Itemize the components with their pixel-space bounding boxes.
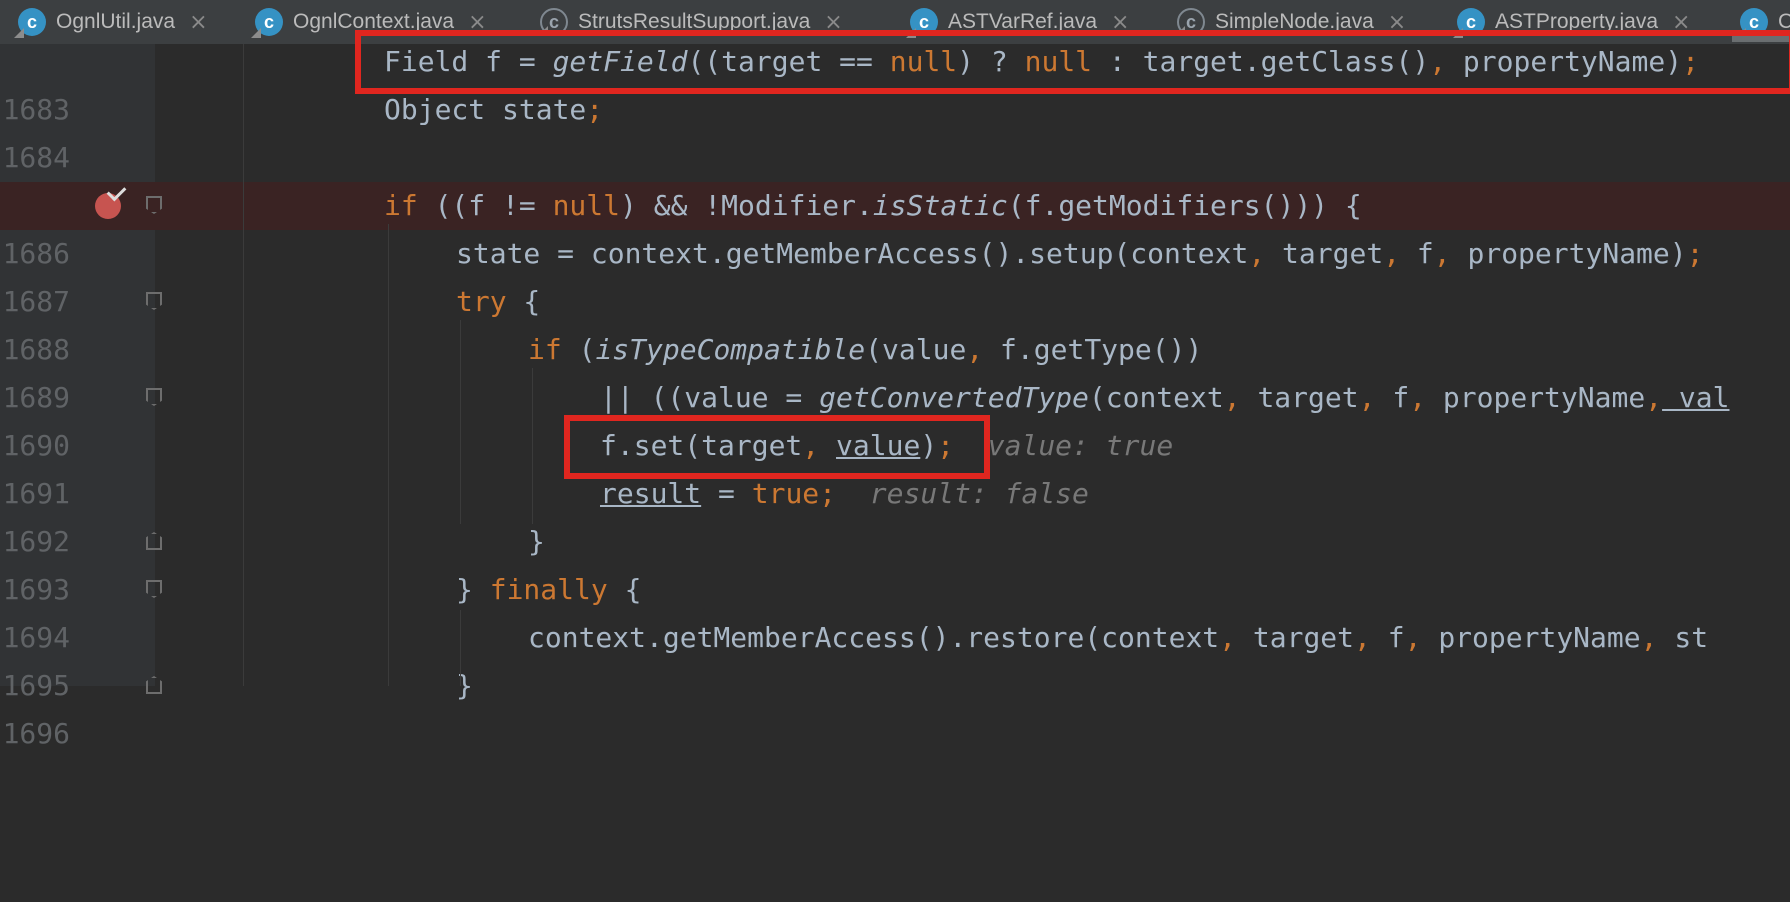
close-icon[interactable]: × — [189, 10, 207, 35]
code-text: || ((value = getConvertedType(context, t… — [600, 381, 1730, 414]
code-line-1689[interactable]: 1689 if (isTypeCompatible(value, f.getTy… — [0, 326, 1790, 414]
code-line-1696[interactable]: 1696 } — [0, 662, 1790, 750]
java-class-icon: c — [251, 8, 283, 38]
code-line-1690[interactable]: 1690 || ((value = getConvertedType(conte… — [0, 374, 1790, 462]
java-class-icon: c — [1736, 8, 1768, 38]
code-line-1692[interactable]: 1692 result = true; result: false — [0, 470, 1790, 558]
code-line-1688[interactable]: 1688 try { — [0, 278, 1790, 366]
debug-inline-value: result: false — [869, 477, 1089, 510]
code-text: f.set(target, value); value: true — [600, 429, 1174, 462]
code-line-1693[interactable]: 1693 } — [0, 518, 1790, 606]
code-text: Object state; — [384, 93, 604, 126]
java-class-icon: c — [14, 8, 46, 38]
tab-label: OgnlContext.java — [293, 10, 455, 33]
indent-guide — [388, 224, 389, 686]
fold-icon[interactable] — [146, 580, 162, 598]
fold-icon[interactable] — [146, 292, 162, 310]
line-number: 1696 — [2, 717, 70, 750]
close-icon[interactable]: × — [468, 10, 486, 35]
code-text: } — [456, 669, 473, 702]
code-text: if ((f != null) && !Modifier.isStatic(f.… — [384, 189, 1362, 222]
close-icon[interactable]: × — [824, 10, 842, 35]
code-text: context.getMemberAccess().restore(contex… — [528, 621, 1709, 654]
close-icon[interactable]: × — [1111, 10, 1129, 35]
code-text: if (isTypeCompatible(value, f.getType()) — [528, 333, 1203, 366]
code-line-1691[interactable]: 1691 f.set(target, value); value: true — [0, 422, 1790, 510]
code-text: state = context.getMemberAccess().setup(… — [456, 237, 1704, 270]
code-text: result = true; result: false — [600, 477, 1089, 510]
tab-label: ASTVarRef.java — [948, 10, 1097, 33]
fold-end-icon[interactable] — [146, 532, 162, 550]
tab-label: ASTProperty.java — [1495, 10, 1659, 33]
tab-label: SimpleNode.java — [1215, 10, 1374, 33]
code-line-1686[interactable]: 1686 if ((f != null) && !Modifier.isStat… — [0, 181, 1790, 270]
tab-label: OgnlUtil.java — [56, 10, 176, 33]
code-text: } — [528, 525, 545, 558]
code-text: Field f = getField((target == null) ? nu… — [384, 45, 1699, 78]
code-line-1694[interactable]: 1694 } finally { — [0, 566, 1790, 654]
close-icon[interactable]: × — [1672, 10, 1690, 35]
tab-label: StrutsResultSupport.java — [578, 10, 811, 33]
code-editor[interactable]: 1683 Field f = getField((target == null)… — [0, 30, 1790, 750]
code-text: try { — [456, 285, 541, 318]
code-line-1684[interactable]: 1684 Object state; — [0, 86, 1790, 174]
indent-guide — [460, 320, 461, 524]
code-line-1685[interactable]: 1685 — [0, 134, 1790, 222]
indent-guide — [243, 44, 244, 686]
java-abstract-class-icon: c — [1175, 8, 1205, 36]
debug-inline-value: value: true — [987, 429, 1174, 462]
code-text: } finally { — [456, 573, 642, 606]
indent-guide — [532, 368, 533, 524]
java-class-icon: c — [1453, 8, 1485, 38]
fold-icon[interactable] — [146, 196, 162, 214]
close-icon[interactable]: × — [1388, 10, 1406, 35]
fold-end-icon[interactable] — [146, 676, 162, 694]
java-abstract-class-icon: c — [538, 8, 568, 36]
code-line-1687[interactable]: 1687 state = context.getMemberAccess().s… — [0, 230, 1790, 318]
fold-icon[interactable] — [146, 388, 162, 406]
java-class-icon: c — [906, 8, 938, 38]
tab-label: C — [1778, 10, 1790, 34]
code-line-1695[interactable]: 1695 context.getMemberAccess().restore(c… — [0, 614, 1790, 702]
indent-guide — [460, 610, 461, 686]
code-line-1683[interactable]: 1683 Field f = getField((target == null)… — [0, 38, 1790, 126]
